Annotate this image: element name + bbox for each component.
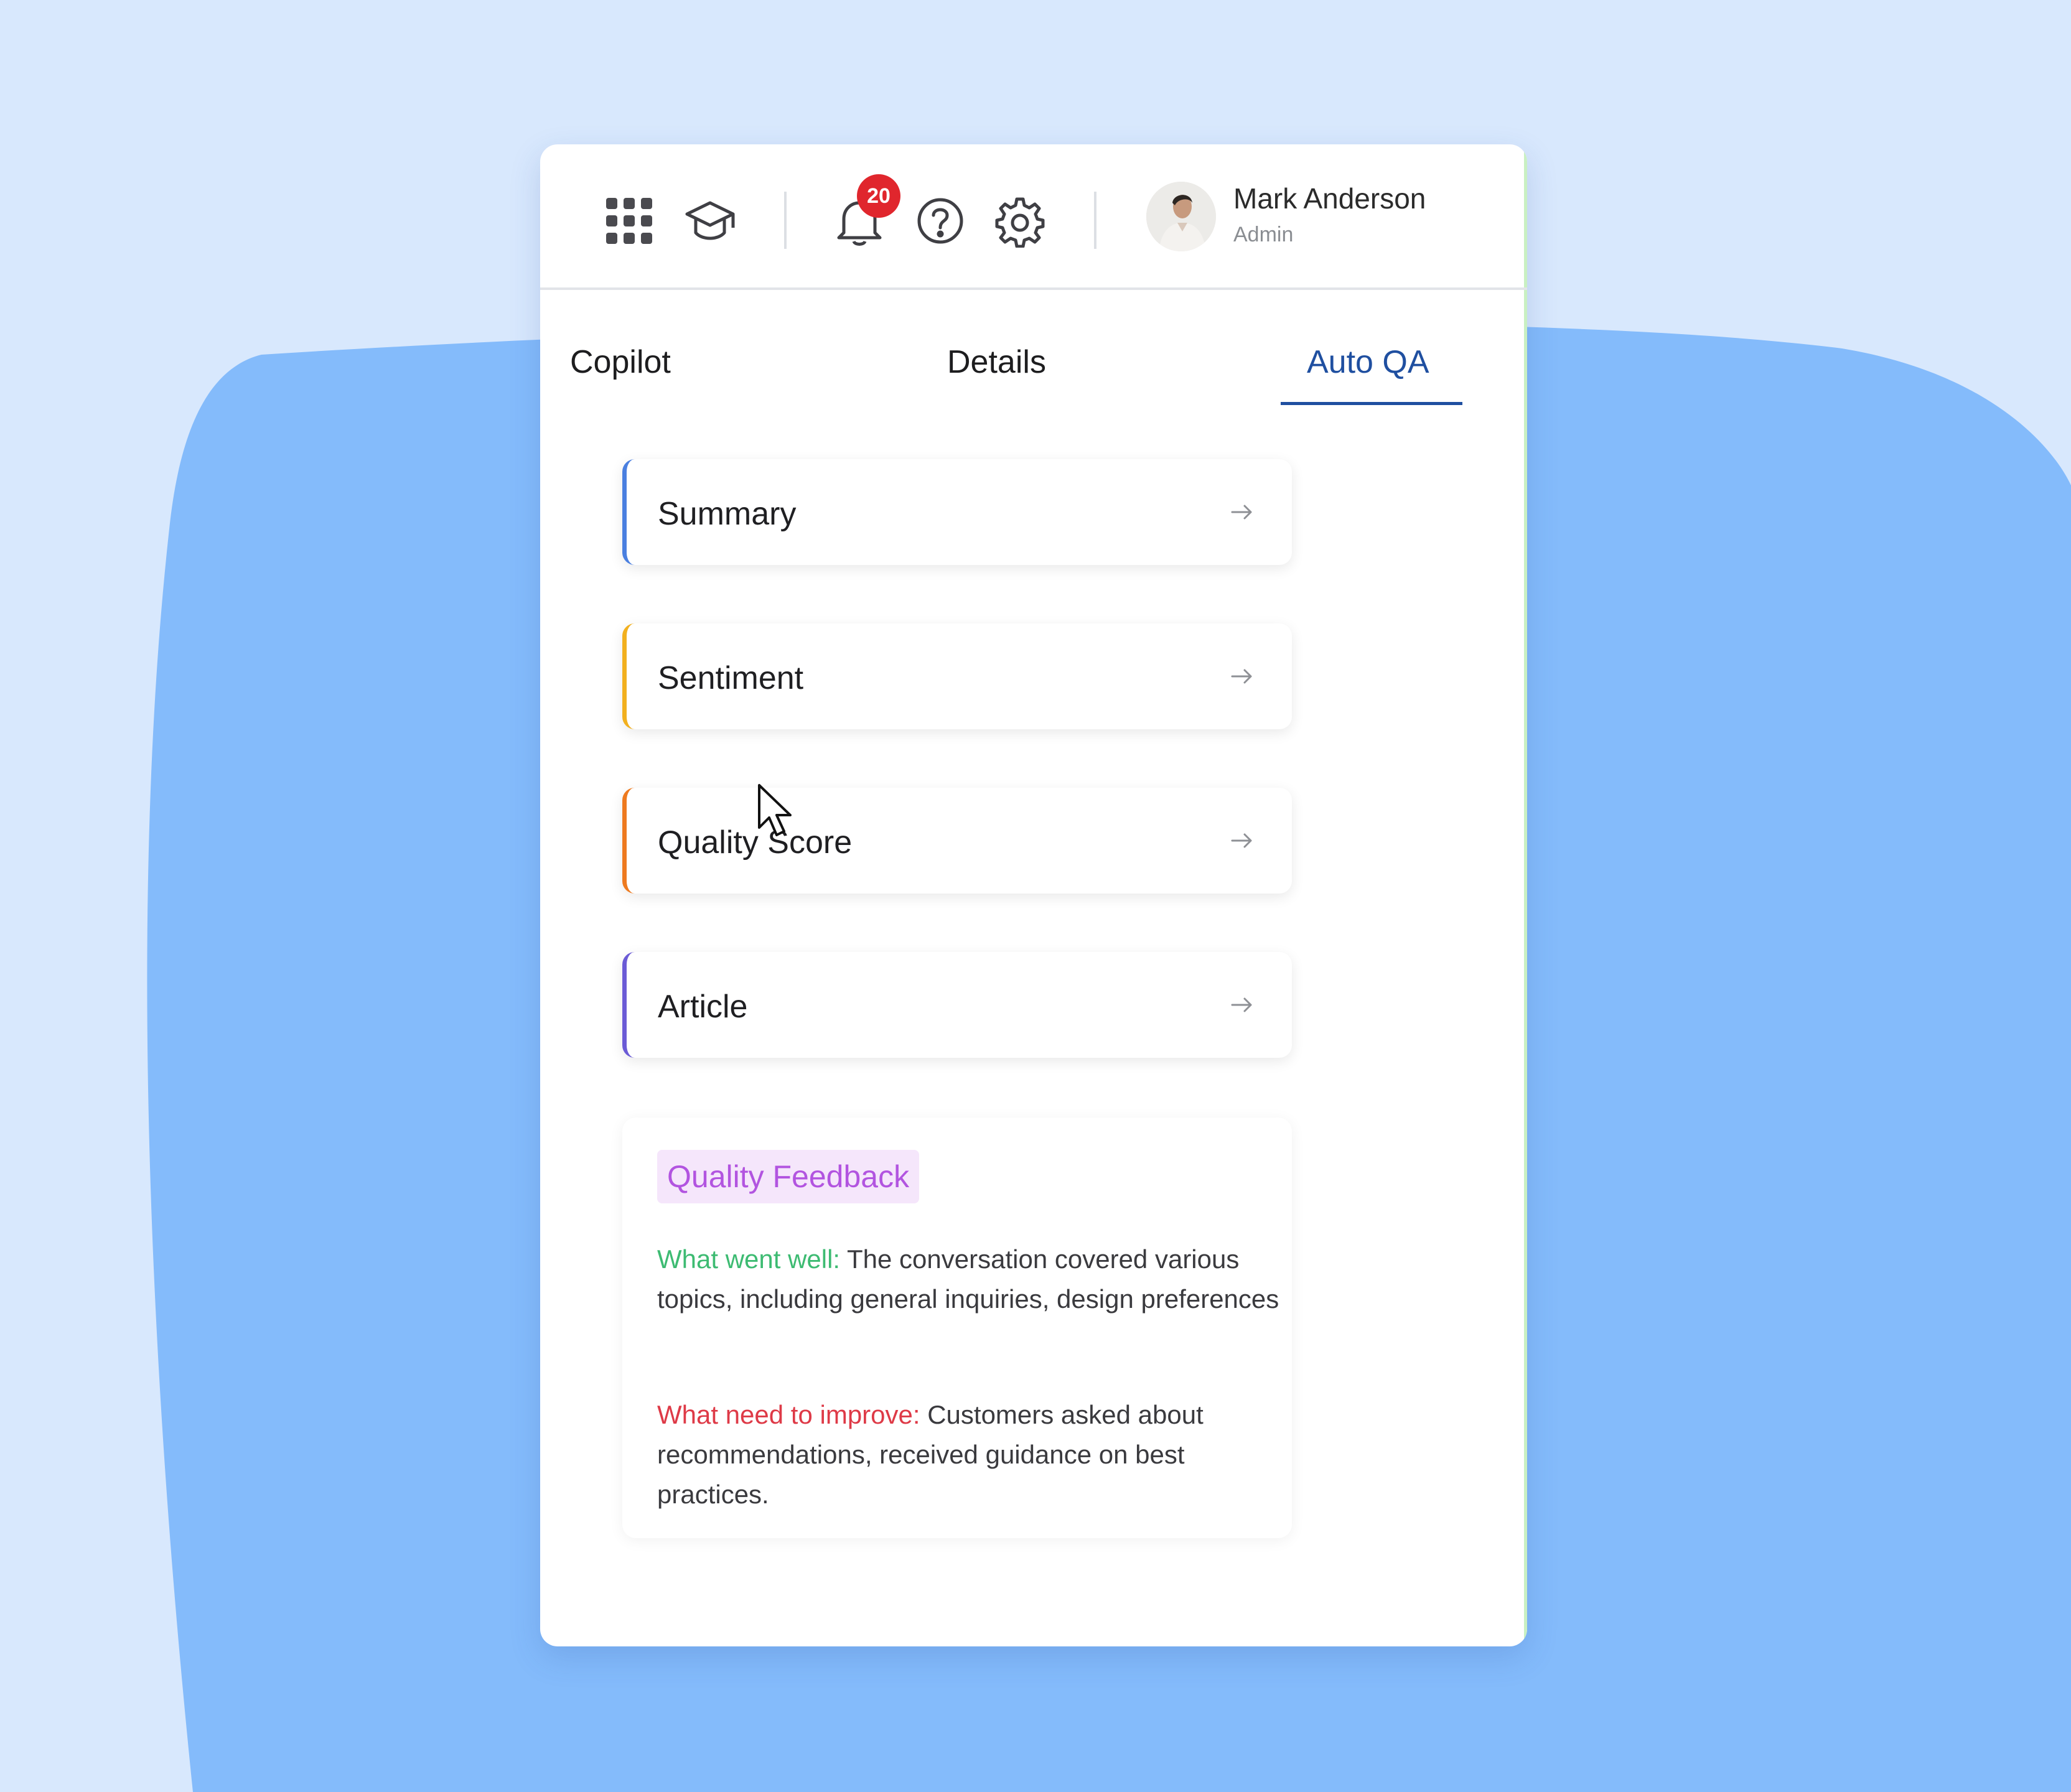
improve-label: What need to improve: bbox=[657, 1400, 920, 1429]
quality-feedback-title: Quality Feedback bbox=[657, 1150, 920, 1203]
card-label: Summary bbox=[658, 496, 797, 532]
arrow-right-icon bbox=[1231, 997, 1252, 1012]
article-card[interactable]: Article bbox=[622, 952, 1292, 1058]
tab-copilot[interactable]: Copilot bbox=[570, 343, 671, 381]
header-divider bbox=[1094, 192, 1096, 249]
quality-score-card[interactable]: Quality Score bbox=[622, 788, 1292, 894]
arrow-right-icon bbox=[1231, 833, 1252, 848]
card-label: Sentiment bbox=[658, 660, 804, 696]
user-name: Mark Anderson bbox=[1233, 182, 1426, 215]
header-bar: 20 Mark Anderson Admin bbox=[540, 144, 1527, 290]
went-well-label: What went well: bbox=[657, 1244, 841, 1274]
sentiment-card[interactable]: Sentiment bbox=[622, 623, 1292, 729]
panel-edge bbox=[1524, 144, 1527, 1646]
improve-paragraph: What need to improve: Customers asked ab… bbox=[657, 1395, 1279, 1514]
mouse-cursor-icon bbox=[758, 784, 792, 836]
notification-badge: 20 bbox=[857, 174, 900, 218]
active-tab-underline bbox=[1281, 402, 1462, 405]
apps-grid-icon[interactable] bbox=[602, 194, 656, 248]
avatar[interactable] bbox=[1146, 182, 1216, 251]
tab-auto-qa[interactable]: Auto QA bbox=[1307, 343, 1429, 381]
went-well-paragraph: What went well: The conversation covered… bbox=[657, 1239, 1279, 1319]
user-role: Admin bbox=[1233, 223, 1294, 246]
summary-card[interactable]: Summary bbox=[622, 459, 1292, 565]
arrow-right-icon bbox=[1231, 505, 1252, 520]
copilot-panel: 20 Mark Anderson Admin Copilot Details A… bbox=[540, 144, 1527, 1646]
card-label: Quality Score bbox=[658, 824, 853, 861]
card-label: Article bbox=[658, 989, 748, 1025]
quality-feedback-card: Quality Feedback What went well: The con… bbox=[622, 1118, 1292, 1538]
tab-details[interactable]: Details bbox=[947, 343, 1046, 381]
header-divider bbox=[784, 192, 787, 249]
arrow-right-icon bbox=[1231, 669, 1252, 684]
gear-icon[interactable] bbox=[993, 194, 1047, 248]
graduation-cap-icon[interactable] bbox=[683, 194, 737, 248]
help-icon[interactable] bbox=[914, 194, 967, 248]
